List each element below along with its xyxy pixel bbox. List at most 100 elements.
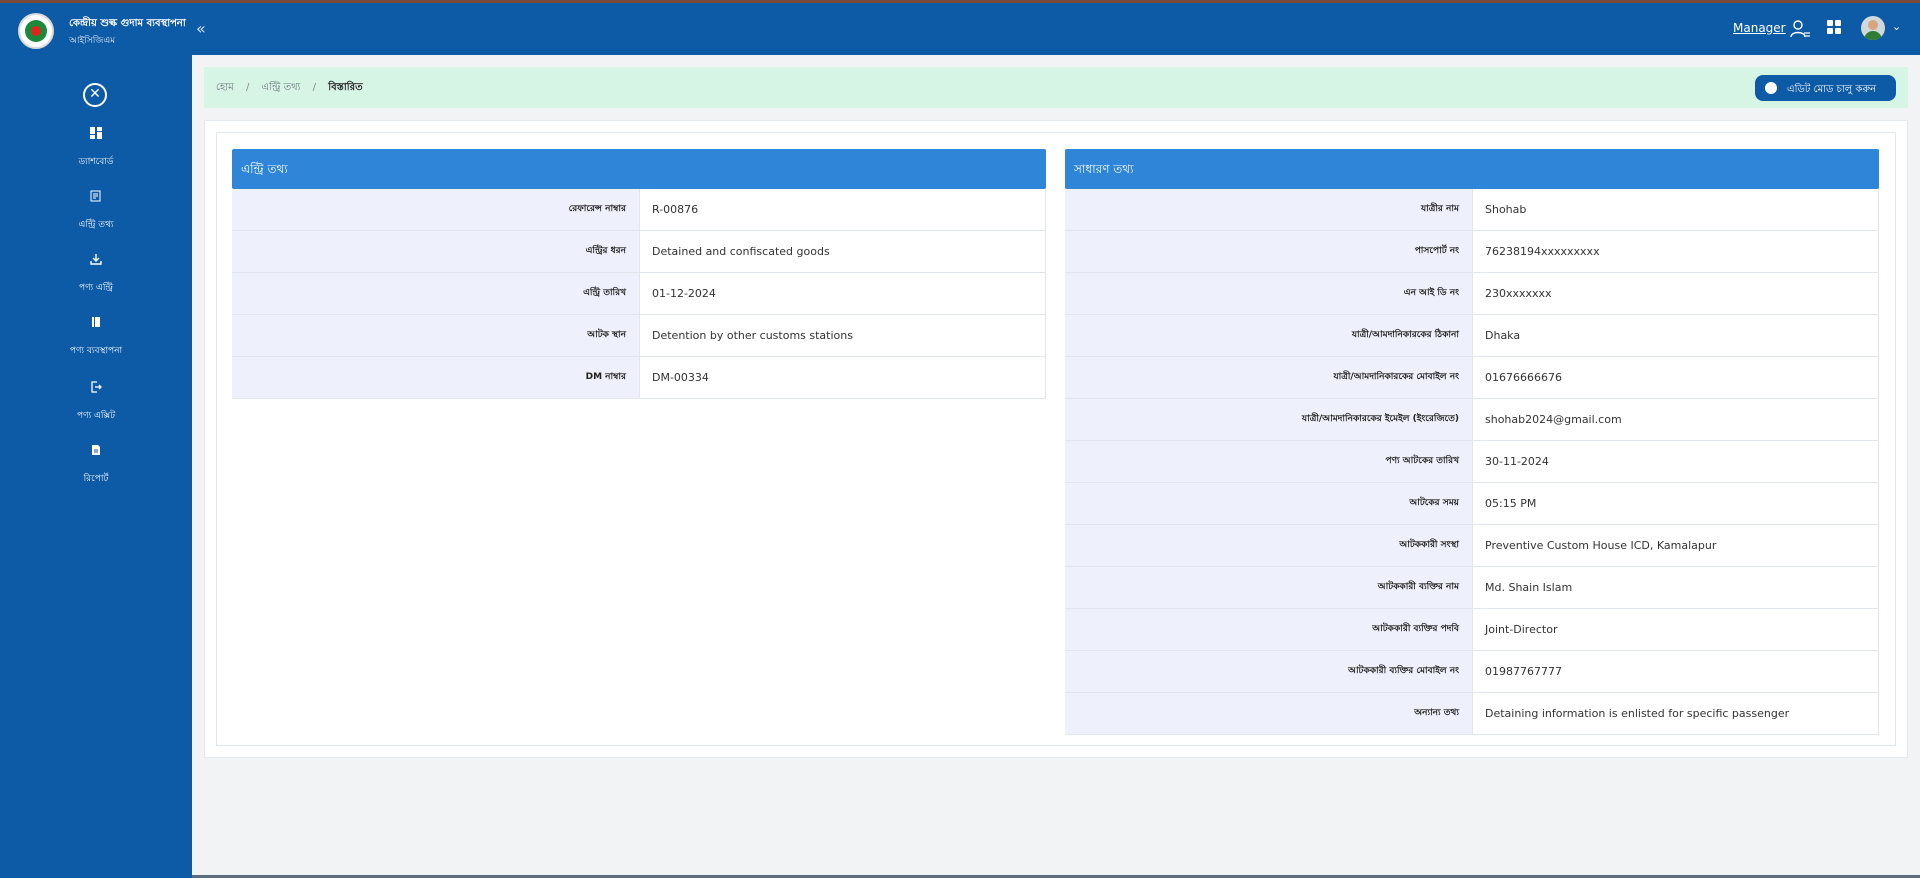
field-value: shohab2024@gmail.com [1473,399,1879,440]
breadcrumb: হোম / এন্ট্রি তথ্য / বিস্তারিত [216,80,363,97]
field-label: এন্ট্রি তারিখ [232,273,640,314]
field-label: এন্ট্রির ধরন [232,231,640,272]
sidebar-item-entry-info[interactable]: এন্ট্রি তথ্য [0,190,192,242]
field-label: আটককারী সংস্থা [1065,525,1473,566]
field-label: আটককারী ব্যক্তির মোবাইল নং [1065,651,1473,692]
details-container: এন্ট্রি তথ্য রেফারেন্স নাম্বার R-00876 এন্… [216,132,1896,746]
field-label: যাত্রী/আমদানিকারকের ইমেইল (ইংরেজিতে) [1065,399,1473,440]
field-value: 01-12-2024 [640,273,1046,314]
brand[interactable]: কেন্দ্রীয় শুল্ক গুদাম ব্যবস্থাপনা আইসিজ… [0,3,192,55]
table-row: আটককারী ব্যক্তির মোবাইল নং 01987767777 [1065,651,1879,693]
top-header: « Manager ⌄ [192,3,1920,55]
breadcrumb-separator: / [245,82,250,93]
field-value: 05:15 PM [1473,483,1879,524]
table-row: যাত্রী/আমদানিকারকের মোবাইল নং 01676666676 [1065,357,1879,399]
report-icon [89,444,103,458]
table-row: আটক স্থান Detention by other customs stat… [232,315,1046,357]
brand-subtitle: আইসিজিএম [69,36,116,46]
sidebar-item-report[interactable]: রিপোর্ট [0,444,192,496]
field-label: আটকের সময় [1065,483,1473,524]
sidebar: কেন্দ্রীয় শুল্ক গুদাম ব্যবস্থাপনা আইসিজ… [0,3,192,878]
table-row: অন্যান্য তথ্য Detaining information is en… [1065,693,1879,735]
sidebar-item-label: ড্যাশবোর্ড [78,157,114,167]
field-label: এন আই ডি নং [1065,273,1473,314]
field-label: যাত্রী/আমদানিকারকের মোবাইল নং [1065,357,1473,398]
field-value: Md. Shain Islam [1473,567,1879,608]
role-link[interactable]: Manager [1733,21,1786,35]
field-label: পাসপোর্ট নং [1065,231,1473,272]
field-label: আটককারী ব্যক্তির নাম [1065,567,1473,608]
entry-info-panel: এন্ট্রি তথ্য রেফারেন্স নাম্বার R-00876 এন্… [232,149,1046,399]
table-row: এন্ট্রি তারিখ 01-12-2024 [232,273,1046,315]
sidebar-item-label: পণ্য এন্ট্রি [78,283,113,293]
field-label: যাত্রী/আমদানিকারকের ঠিকানা [1065,315,1473,356]
avatar[interactable] [1861,16,1885,40]
government-logo [18,13,54,49]
field-label: রেফারেন্স নাম্বার [232,189,640,230]
panel-title: সাধারণ তথ্য [1065,149,1879,189]
general-info-table: যাত্রীর নাম Shohab পাসপোর্ট নং 76238194xxxx… [1065,189,1879,735]
table-row: আটককারী ব্যক্তির নাম Md. Shain Islam [1065,567,1879,609]
book-icon [89,316,103,330]
field-value: 30-11-2024 [1473,441,1879,482]
general-info-panel: সাধারণ তথ্য যাত্রীর নাম Shohab পাসপোর্ট নং… [1065,149,1879,735]
table-row: এন আই ডি নং 230xxxxxxx [1065,273,1879,315]
field-value: Preventive Custom House ICD, Kamalapur [1473,525,1879,566]
table-row: যাত্রী/আমদানিকারকের ঠিকানা Dhaka [1065,315,1879,357]
breadcrumb-current: বিস্তারিত [328,82,363,93]
field-value: Detention by other customs stations [640,315,1046,356]
sidebar-item-label: পণ্য এক্সিট [77,411,115,421]
collapse-sidebar-icon[interactable]: « [196,19,206,38]
close-sidebar-icon[interactable]: ✕ [83,83,107,107]
main-card: এন্ট্রি তথ্য রেফারেন্স নাম্বার R-00876 এন্… [204,120,1908,758]
field-label: আটক স্থান [232,315,640,356]
dashboard-icon [89,127,103,141]
field-value: 230xxxxxxx [1473,273,1879,314]
field-value: DM-00334 [640,357,1046,398]
field-value: Shohab [1473,189,1879,230]
breadcrumb-separator: / [312,82,317,93]
breadcrumb-bar: হোম / এন্ট্রি তথ্য / বিস্তারিত এডিট মোড … [204,67,1908,108]
sidebar-item-product-entry[interactable]: পণ্য এন্ট্রি [0,253,192,305]
field-value: 01676666676 [1473,357,1879,398]
sidebar-item-label: রিপোর্ট [83,474,109,484]
edit-mode-label: এডিট মোড চালু করুন [1787,84,1877,95]
field-label: আটককারী ব্যক্তির পদবি [1065,609,1473,650]
table-row: DM নাম্বার DM-00334 [232,357,1046,399]
sidebar-item-label: এন্ট্রি তথ্য [78,220,114,230]
field-label: অন্যান্য তথ্য [1065,693,1473,734]
exit-icon [89,381,103,395]
chevron-down-icon[interactable]: ⌄ [1892,20,1901,33]
table-row: পণ্য আটকের তারিখ 30-11-2024 [1065,441,1879,483]
sidebar-item-label: পণ্য ব্যবস্থাপনা [69,346,123,356]
panel-title: এন্ট্রি তথ্য [232,149,1046,189]
sidebar-item-product-exit[interactable]: পণ্য এক্সিট [0,381,192,433]
table-row: আটককারী সংস্থা Preventive Custom House IC… [1065,525,1879,567]
entry-info-icon [89,190,103,204]
breadcrumb-home[interactable]: হোম [216,82,234,93]
field-value: Dhaka [1473,315,1879,356]
breadcrumb-entry-info[interactable]: এন্ট্রি তথ্য [262,82,301,93]
field-value: 76238194xxxxxxxxx [1473,231,1879,272]
field-label: DM নাম্বার [232,357,640,398]
field-label: পণ্য আটকের তারিখ [1065,441,1473,482]
table-row: যাত্রীর নাম Shohab [1065,189,1879,231]
table-row: এন্ট্রির ধরন Detained and confiscated goo… [232,231,1046,273]
apps-grid-icon[interactable] [1827,20,1842,35]
field-value: Detained and confiscated goods [640,231,1046,272]
field-label: যাত্রীর নাম [1065,189,1473,230]
table-row: রেফারেন্স নাম্বার R-00876 [232,189,1046,231]
sidebar-item-product-management[interactable]: পণ্য ব্যবস্থাপনা [0,316,192,368]
user-switch-icon[interactable] [1789,18,1811,40]
table-row: আটককারী ব্যক্তির পদবি Joint-Director [1065,609,1879,651]
brand-title: কেন্দ্রীয় শুল্ক গুদাম ব্যবস্থাপনা [69,18,186,29]
table-row: আটকের সময় 05:15 PM [1065,483,1879,525]
sidebar-item-dashboard[interactable]: ড্যাশবোর্ড [0,127,192,179]
table-row: পাসপোর্ট নং 76238194xxxxxxxxx [1065,231,1879,273]
entry-info-table: রেফারেন্স নাম্বার R-00876 এন্ট্রির ধরন Deta… [232,189,1046,399]
field-value: 01987767777 [1473,651,1879,692]
table-row: যাত্রী/আমদানিকারকের ইমেইল (ইংরেজিতে) shoh… [1065,399,1879,441]
field-value: Detaining information is enlisted for sp… [1473,693,1879,734]
edit-mode-toggle[interactable]: এডিট মোড চালু করুন [1755,75,1896,101]
field-value: Joint-Director [1473,609,1879,650]
